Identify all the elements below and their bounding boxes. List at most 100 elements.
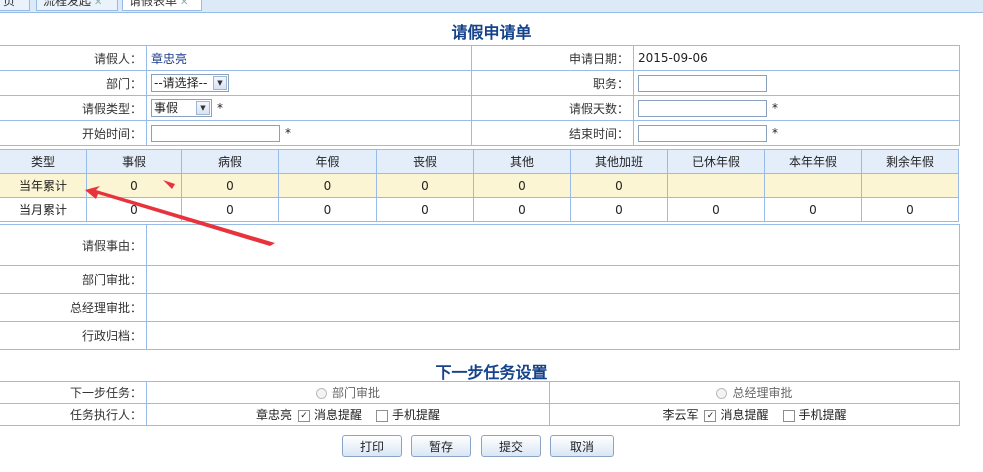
executor-name: 章忠亮	[255, 408, 292, 422]
table-cell: 0	[278, 173, 377, 198]
start-time-label: 开始时间：	[0, 120, 147, 146]
dept-approval-field	[146, 265, 960, 294]
stats-header-bereavement: 丧假	[376, 149, 474, 174]
position-input[interactable]	[638, 74, 767, 92]
table-cell: 0	[278, 197, 377, 222]
leave-type-select[interactable]: 事假 ▼	[151, 99, 212, 117]
phone-remind-label: 手机提醒	[798, 408, 847, 422]
save-draft-button[interactable]: 暂存	[411, 435, 471, 457]
apply-date-value: 2015-09-06	[633, 45, 960, 71]
table-cell: 0	[861, 197, 959, 222]
tab-leave-form[interactable]: 请假表单 ✕	[122, 0, 202, 11]
dept-label: 部门：	[0, 70, 147, 96]
checkbox-checked-icon[interactable]: ✓	[704, 409, 717, 422]
table-cell: 0	[86, 197, 182, 222]
table-cell: 0	[473, 173, 571, 198]
gm-approval-field	[146, 293, 960, 322]
dept-select[interactable]: --请选择-- ▼	[151, 74, 229, 92]
close-icon[interactable]: ✕	[94, 0, 102, 8]
tab-home-label: 页	[3, 0, 16, 8]
end-time-label: 结束时间：	[471, 120, 634, 146]
task-option-gm[interactable]: 总经理审批	[549, 381, 960, 404]
position-label: 职务：	[471, 70, 634, 96]
task-option-dept-label: 部门审批	[331, 386, 380, 400]
msg-remind-label: 消息提醒	[313, 408, 362, 422]
required-mark: *	[772, 100, 778, 115]
task-option-gm-label: 总经理审批	[732, 386, 793, 400]
print-button[interactable]: 打印	[342, 435, 402, 457]
checkbox-icon[interactable]	[376, 409, 388, 422]
leave-type-select-value: 事假	[154, 101, 179, 115]
table-cell: 0	[86, 173, 182, 198]
table-cell: 0	[764, 197, 862, 222]
required-mark: *	[217, 100, 223, 115]
chevron-down-icon: ▼	[213, 76, 227, 90]
cancel-button[interactable]: 取消	[550, 435, 614, 457]
task-option-dept[interactable]: 部门审批	[146, 381, 550, 404]
start-time-input[interactable]	[151, 124, 280, 142]
table-cell: 0	[667, 197, 765, 222]
stats-header-year-annual: 本年年假	[764, 149, 862, 174]
days-input[interactable]	[638, 99, 767, 117]
admin-archive-field	[146, 321, 960, 350]
tab-process-launch[interactable]: 流程发起 ✕	[36, 0, 118, 11]
executor-name: 李云军	[662, 408, 699, 422]
next-step-table: 下一步任务： 部门审批 总经理审批 任务执行人： 章忠亮 ✓ 消息提醒 手机提醒 李云…	[0, 381, 960, 426]
next-step-title: 下一步任务设置	[435, 363, 548, 382]
tab-leave-form-label: 请假表单	[129, 0, 178, 8]
executor-label: 任务执行人：	[0, 403, 147, 426]
required-mark: *	[285, 125, 291, 140]
table-cell	[764, 173, 862, 198]
radio-icon[interactable]	[315, 388, 327, 399]
table-cell: 0	[376, 197, 474, 222]
dept-select-value: --请选择--	[154, 76, 208, 90]
row-label: 当月累计	[0, 197, 87, 222]
table-row: 当年累计 0 0 0 0 0 0	[0, 173, 959, 198]
chevron-down-icon: ▼	[196, 101, 210, 115]
apply-date-label: 申请日期：	[471, 45, 634, 71]
end-time-input[interactable]	[638, 124, 767, 142]
submit-button[interactable]: 提交	[481, 435, 541, 457]
admin-archive-label: 行政归档：	[0, 321, 147, 350]
table-cell: 0	[181, 197, 279, 222]
stats-header-sick: 病假	[181, 149, 279, 174]
table-row: 当月累计 0 0 0 0 0 0 0 0 0	[0, 197, 959, 222]
applicant-value: 章忠亮	[146, 45, 472, 71]
phone-remind-label: 手机提醒	[392, 408, 441, 422]
close-icon[interactable]: ✕	[180, 0, 188, 8]
executor-group-2: 李云军 ✓ 消息提醒 手机提醒	[549, 403, 960, 426]
table-cell	[667, 173, 765, 198]
leave-type-label: 请假类型：	[0, 95, 147, 121]
stats-header-remaining-annual: 剩余年假	[861, 149, 959, 174]
reason-field[interactable]	[146, 224, 960, 266]
days-label: 请假天数：	[471, 95, 634, 121]
approval-table: 请假事由： 部门审批： 总经理审批： 行政归档：	[0, 224, 960, 350]
table-cell: 0	[376, 173, 474, 198]
reason-label: 请假事由：	[0, 224, 147, 266]
stats-header-other: 其他	[473, 149, 571, 174]
next-task-label: 下一步任务：	[0, 381, 147, 404]
required-mark: *	[772, 125, 778, 140]
stats-header-personal: 事假	[86, 149, 182, 174]
tab-home[interactable]: 页	[0, 0, 30, 11]
radio-icon[interactable]	[716, 388, 728, 399]
table-cell: 0	[473, 197, 571, 222]
table-cell: 0	[181, 173, 279, 198]
stats-header-used-annual: 已休年假	[667, 149, 765, 174]
leave-stats-table: 类型 事假 病假 年假 丧假 其他 其他加班 已休年假 本年年假 剩余年假 当年…	[0, 149, 959, 222]
dept-approval-label: 部门审批：	[0, 265, 147, 294]
executor-group-1: 章忠亮 ✓ 消息提醒 手机提醒	[146, 403, 550, 426]
table-cell: 0	[570, 197, 668, 222]
checkbox-icon[interactable]	[782, 409, 795, 422]
stats-header-overtime: 其他加班	[570, 149, 668, 174]
msg-remind-label: 消息提醒	[720, 408, 769, 422]
row-label: 当年累计	[0, 173, 87, 198]
applicant-label: 请假人：	[0, 45, 147, 71]
table-cell	[861, 173, 959, 198]
stats-header-annual: 年假	[278, 149, 377, 174]
table-cell: 0	[570, 173, 668, 198]
basic-info-table: 请假人： 章忠亮 申请日期： 2015-09-06 部门： --请选择-- ▼ 职…	[0, 45, 960, 146]
tab-process-launch-label: 流程发起	[43, 0, 92, 8]
gm-approval-label: 总经理审批：	[0, 293, 147, 322]
checkbox-checked-icon[interactable]: ✓	[297, 409, 310, 422]
